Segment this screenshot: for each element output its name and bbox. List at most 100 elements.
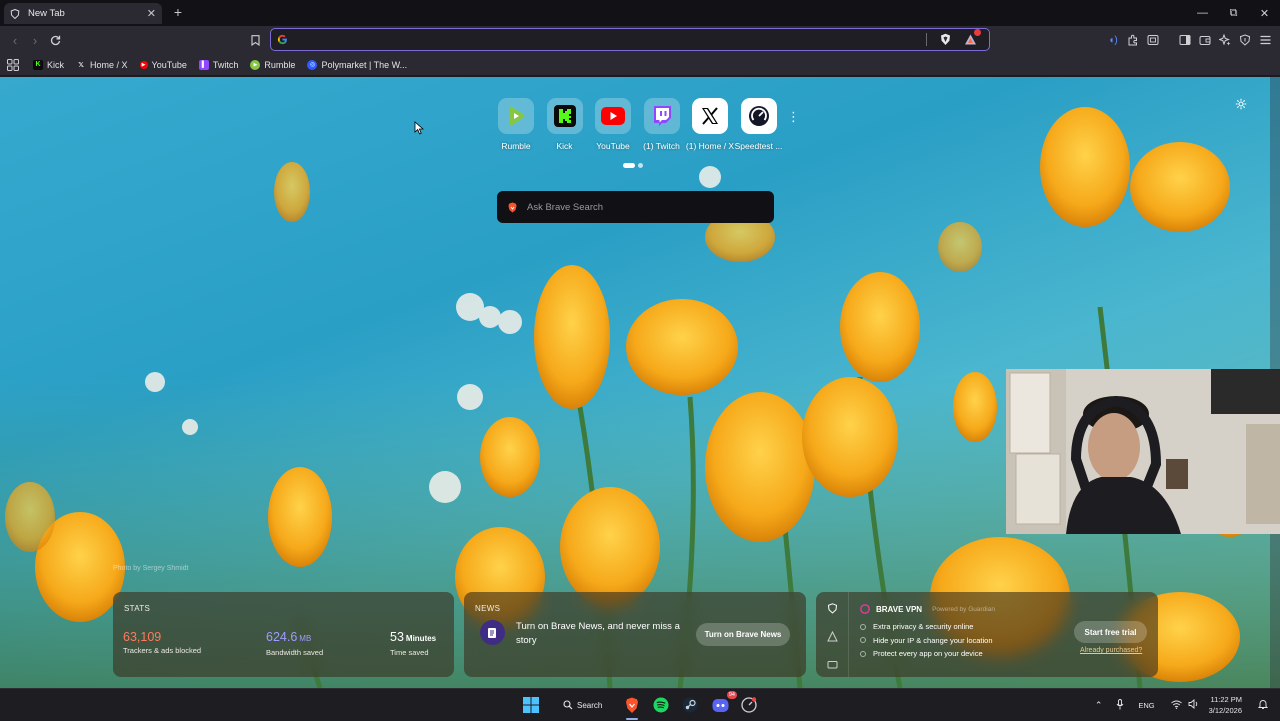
address-input[interactable]	[294, 33, 920, 46]
vpn-powered-by: Powered by Guardian	[932, 605, 995, 613]
maximize-button[interactable]: ⧉	[1218, 0, 1249, 26]
volume-icon[interactable]	[1188, 699, 1199, 711]
back-icon[interactable]: ‹	[6, 31, 24, 49]
search-input[interactable]	[527, 201, 764, 213]
trackers-caption: Trackers & ads blocked	[123, 646, 202, 655]
vpn-feature-text: Hide your IP & change your location	[873, 635, 993, 645]
bookmark-home-x[interactable]: 𝕏 Home / X	[76, 59, 128, 70]
speedometer-app-icon[interactable]	[740, 696, 758, 714]
top-site-speedtest[interactable]: Speedtest ...	[735, 98, 783, 151]
close-window-button[interactable]: ✕	[1249, 0, 1280, 26]
forward-icon[interactable]: ›	[26, 31, 44, 49]
taskbar-search[interactable]: Search	[554, 694, 610, 716]
bookmark-polymarket[interactable]: ◎ Polymarket | The W...	[307, 59, 408, 70]
pager-dot-active[interactable]	[623, 163, 635, 168]
twitch-icon: ▌	[198, 59, 209, 70]
minimize-button[interactable]: —	[1187, 0, 1218, 26]
tab-close-icon[interactable]: ✕	[147, 7, 156, 20]
new-tab-page: Rumble Kick YouTube (1) Twitch (1) Home …	[0, 77, 1280, 688]
wifi-icon[interactable]	[1170, 700, 1182, 711]
rewards-triangle-icon[interactable]	[827, 629, 838, 642]
language-indicator[interactable]: ENG	[1138, 701, 1154, 710]
more-options-icon[interactable]: ⋮	[787, 109, 800, 125]
toolbar: ‹ › ◖)	[0, 26, 1280, 54]
extensions-icon[interactable]	[1124, 31, 1142, 49]
x-icon: 𝕏	[78, 61, 84, 69]
time-caption: Time saved	[390, 648, 429, 657]
top-site-home-x[interactable]: (1) Home / X	[686, 98, 734, 151]
check-circle-icon	[860, 650, 866, 657]
turn-on-news-button[interactable]: Turn on Brave News	[696, 623, 790, 646]
new-tab-button[interactable]: +	[170, 4, 186, 20]
bookmark-icon[interactable]	[246, 31, 264, 49]
top-site-youtube[interactable]: YouTube	[589, 98, 637, 151]
bookmark-twitch[interactable]: ▌ Twitch	[198, 59, 239, 70]
top-sites-pager	[623, 163, 643, 168]
menu-icon[interactable]	[1256, 31, 1274, 49]
bookmark-label: Twitch	[212, 59, 239, 70]
youtube-icon: ▶	[139, 60, 148, 69]
bookmark-youtube[interactable]: ▶ YouTube	[139, 60, 187, 70]
taskbar: Search 94 ⌃ ENG 11:22 PM 3/12/2026	[0, 688, 1280, 720]
clock-date: 3/12/2026	[1208, 706, 1242, 715]
vpn-feature-text: Protect every app on your device	[873, 649, 983, 659]
brave-rewards-icon[interactable]	[964, 29, 981, 46]
twitch-icon	[643, 98, 680, 134]
bandwidth-stat: 624.6 MB Bandwidth saved	[266, 630, 323, 657]
chevron-up-icon[interactable]: ⌃	[1095, 700, 1103, 711]
speedreader-icon[interactable]: ◖)	[1104, 31, 1122, 49]
top-site-kick[interactable]: Kick	[541, 98, 589, 151]
steam-icon[interactable]	[681, 696, 699, 714]
notification-bell-icon[interactable]	[1257, 699, 1269, 712]
brave-shields-icon[interactable]	[939, 33, 952, 46]
start-free-trial-button[interactable]: Start free trial	[1074, 621, 1147, 643]
vpn-logo-icon	[860, 604, 870, 614]
already-purchased-link[interactable]: Already purchased?	[1080, 647, 1142, 654]
pager-dot[interactable]	[638, 163, 643, 168]
reload-icon[interactable]	[46, 31, 64, 49]
stats-widget: STATS 63,109 Trackers & ads blocked 624.…	[113, 592, 454, 677]
bookmark-label: Polymarket | The W...	[321, 59, 408, 70]
photo-credit[interactable]: Photo by Sergey Shmidt	[113, 565, 189, 572]
shield-icon[interactable]	[827, 601, 838, 614]
brave-shield-icon	[10, 8, 20, 19]
vpn-feature-text: Extra privacy & security online	[873, 622, 974, 632]
card-icon[interactable]	[827, 657, 838, 669]
title-bar: New Tab ✕ + — ⧉ ✕	[0, 0, 1280, 26]
vpn-title: BRAVE VPN	[876, 604, 923, 614]
top-site-rumble[interactable]: Rumble	[492, 98, 540, 151]
wallet-icon[interactable]	[1196, 31, 1214, 49]
sidebar-icon[interactable]	[1176, 31, 1194, 49]
top-site-twitch[interactable]: (1) Twitch	[638, 98, 686, 151]
vpn-widget: BRAVE VPN Powered by Guardian Extra priv…	[816, 592, 1158, 677]
trackers-value: 63,109	[123, 630, 162, 644]
vpn-shield-icon[interactable]	[1236, 31, 1254, 49]
discord-icon[interactable]: 94	[711, 691, 737, 714]
bookmark-rumble[interactable]: ▶ Rumble	[250, 59, 296, 70]
bookmark-label: Kick	[47, 59, 65, 70]
tab-search-icon[interactable]	[1144, 31, 1162, 49]
bookmark-label: Home / X	[90, 59, 128, 70]
microphone-icon[interactable]	[1116, 698, 1124, 712]
news-promo-text: Turn on Brave News, and never miss a sto…	[516, 621, 680, 646]
tab-new-tab[interactable]: New Tab ✕	[4, 3, 162, 24]
brave-browser-icon[interactable]	[623, 696, 641, 714]
address-bar[interactable]	[270, 28, 990, 51]
apps-grid-icon[interactable]	[7, 58, 19, 71]
webcam-overlay	[1006, 369, 1280, 534]
bandwidth-caption: Bandwidth saved	[266, 648, 324, 657]
bookmark-label: Rumble	[264, 59, 296, 70]
webcam-scene	[1006, 369, 1280, 534]
windows-start-icon[interactable]	[522, 696, 540, 714]
clock[interactable]: 11:22 PM 3/12/2026	[1209, 694, 1242, 716]
gear-icon[interactable]	[1235, 98, 1247, 110]
stats-title: STATS	[124, 604, 151, 613]
kick-icon: K	[33, 59, 43, 70]
polymarket-icon: ◎	[307, 59, 318, 70]
spotify-icon[interactable]	[652, 696, 670, 714]
bookmark-kick[interactable]: K Kick	[33, 59, 65, 70]
leo-ai-icon[interactable]	[1216, 31, 1234, 49]
brave-search-box[interactable]	[497, 191, 774, 223]
bandwidth-unit: MB	[299, 634, 312, 643]
vpn-header: BRAVE VPN Powered by Guardian	[860, 604, 995, 614]
